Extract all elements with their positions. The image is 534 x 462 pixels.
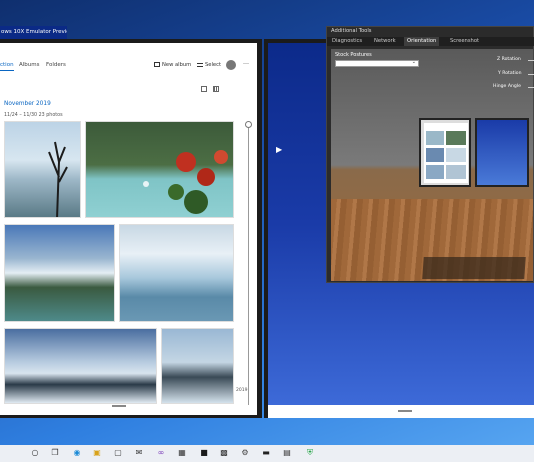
- visualstudio-icon[interactable]: ∞: [156, 448, 166, 458]
- new-album-icon: [154, 62, 160, 67]
- stock-postures-label: Stock Postures: [335, 52, 372, 58]
- mini-photos: [426, 131, 466, 179]
- tab-folders[interactable]: Folders: [46, 60, 66, 70]
- tab-orientation[interactable]: Orientation: [404, 37, 440, 46]
- select-icon: [197, 62, 203, 67]
- mail-icon[interactable]: ✉: [134, 448, 144, 458]
- settings-icon[interactable]: ⚙: [240, 448, 250, 458]
- select-button[interactable]: Select: [197, 60, 221, 70]
- emulator-title: ows 10X Emulator Preview: [0, 26, 67, 39]
- tab-collection[interactable]: ction: [0, 60, 14, 71]
- new-album-button[interactable]: New album: [154, 60, 191, 70]
- security-icon[interactable]: ⛨: [305, 448, 315, 458]
- grid-view-icon[interactable]: [213, 86, 219, 92]
- left-screen: ction Albums Folders New album Select … …: [0, 39, 262, 418]
- avatar[interactable]: [226, 60, 236, 70]
- mouse-cursor-icon: ▶: [276, 145, 283, 154]
- tab-albums[interactable]: Albums: [19, 60, 40, 70]
- photo-glacier-valley[interactable]: [4, 224, 115, 322]
- select-label: Select: [205, 62, 222, 68]
- photo-lake-flowers[interactable]: [85, 121, 234, 218]
- hinge-angle-slider[interactable]: [528, 87, 534, 88]
- orientation-panel: Stock Postures ⌄ Z Rotation Y Rotation H…: [331, 49, 534, 281]
- additional-tools-window: Additional Tools Diagnostics Network Ori…: [326, 26, 534, 283]
- media-icon[interactable]: ▤: [282, 448, 292, 458]
- y-rotation-label: Y Rotation: [498, 71, 522, 76]
- photos-header: ction Albums Folders New album Select …: [0, 59, 257, 72]
- tools-tabbar: Diagnostics Network Orientation Screensh…: [327, 37, 534, 46]
- timeline-scrollbar[interactable]: [248, 123, 249, 405]
- date-heading: November 2019: [4, 101, 51, 107]
- device-left-screen: [419, 118, 471, 187]
- flowers: [143, 150, 228, 214]
- edge-icon[interactable]: ◉: [72, 448, 82, 458]
- y-rotation-slider[interactable]: [528, 74, 534, 75]
- device-right-screen: [475, 118, 529, 187]
- cmd-icon[interactable]: ▬: [261, 448, 271, 458]
- explorer-icon[interactable]: ▣: [92, 448, 102, 458]
- timeline-thumb[interactable]: [245, 121, 252, 128]
- photo-glacier-tree[interactable]: [4, 121, 81, 218]
- tree-silhouette: [48, 141, 68, 217]
- single-view-icon[interactable]: [201, 86, 207, 92]
- photo-glacier-view[interactable]: [161, 328, 234, 404]
- left-pane-handle[interactable]: [112, 405, 126, 407]
- z-rotation-slider[interactable]: [528, 60, 534, 61]
- stock-postures-select[interactable]: ⌄: [335, 59, 419, 67]
- tools-title: Additional Tools: [331, 28, 372, 34]
- search-icon[interactable]: ○: [30, 448, 40, 458]
- tab-screenshot[interactable]: Screenshot: [447, 37, 482, 46]
- taskview-icon[interactable]: ❐: [50, 448, 60, 458]
- photos-window: ction Albums Folders New album Select … …: [0, 43, 257, 415]
- chevron-down-icon: ⌄: [411, 59, 416, 65]
- year-label: 2019: [236, 388, 248, 393]
- right-pane-handle[interactable]: [398, 410, 412, 412]
- photo-ice-wall[interactable]: [119, 224, 234, 322]
- taskbar: ○ ❐ ◉ ▣ ▢ ✉ ∞ ▦ ■ ▩ ⚙ ▬ ▤ ⛨: [0, 445, 534, 462]
- store-icon[interactable]: ▢: [113, 448, 123, 458]
- tab-network[interactable]: Network: [371, 37, 399, 46]
- z-rotation-label: Z Rotation: [497, 57, 521, 62]
- tab-diagnostics[interactable]: Diagnostics: [329, 37, 365, 46]
- calculator-icon[interactable]: ▦: [177, 448, 187, 458]
- device-shadow: [422, 257, 526, 279]
- photo-mountains[interactable]: [4, 328, 157, 404]
- photos-icon[interactable]: ■: [199, 448, 209, 458]
- device-left-content: [424, 123, 468, 183]
- hinge-angle-label: Hinge Angle: [493, 84, 521, 89]
- date-subtitle: 11/24 – 11/30 23 photos: [4, 113, 63, 118]
- terminal-icon[interactable]: ▩: [219, 448, 229, 458]
- more-icon[interactable]: …: [243, 59, 249, 66]
- new-album-label: New album: [162, 62, 192, 68]
